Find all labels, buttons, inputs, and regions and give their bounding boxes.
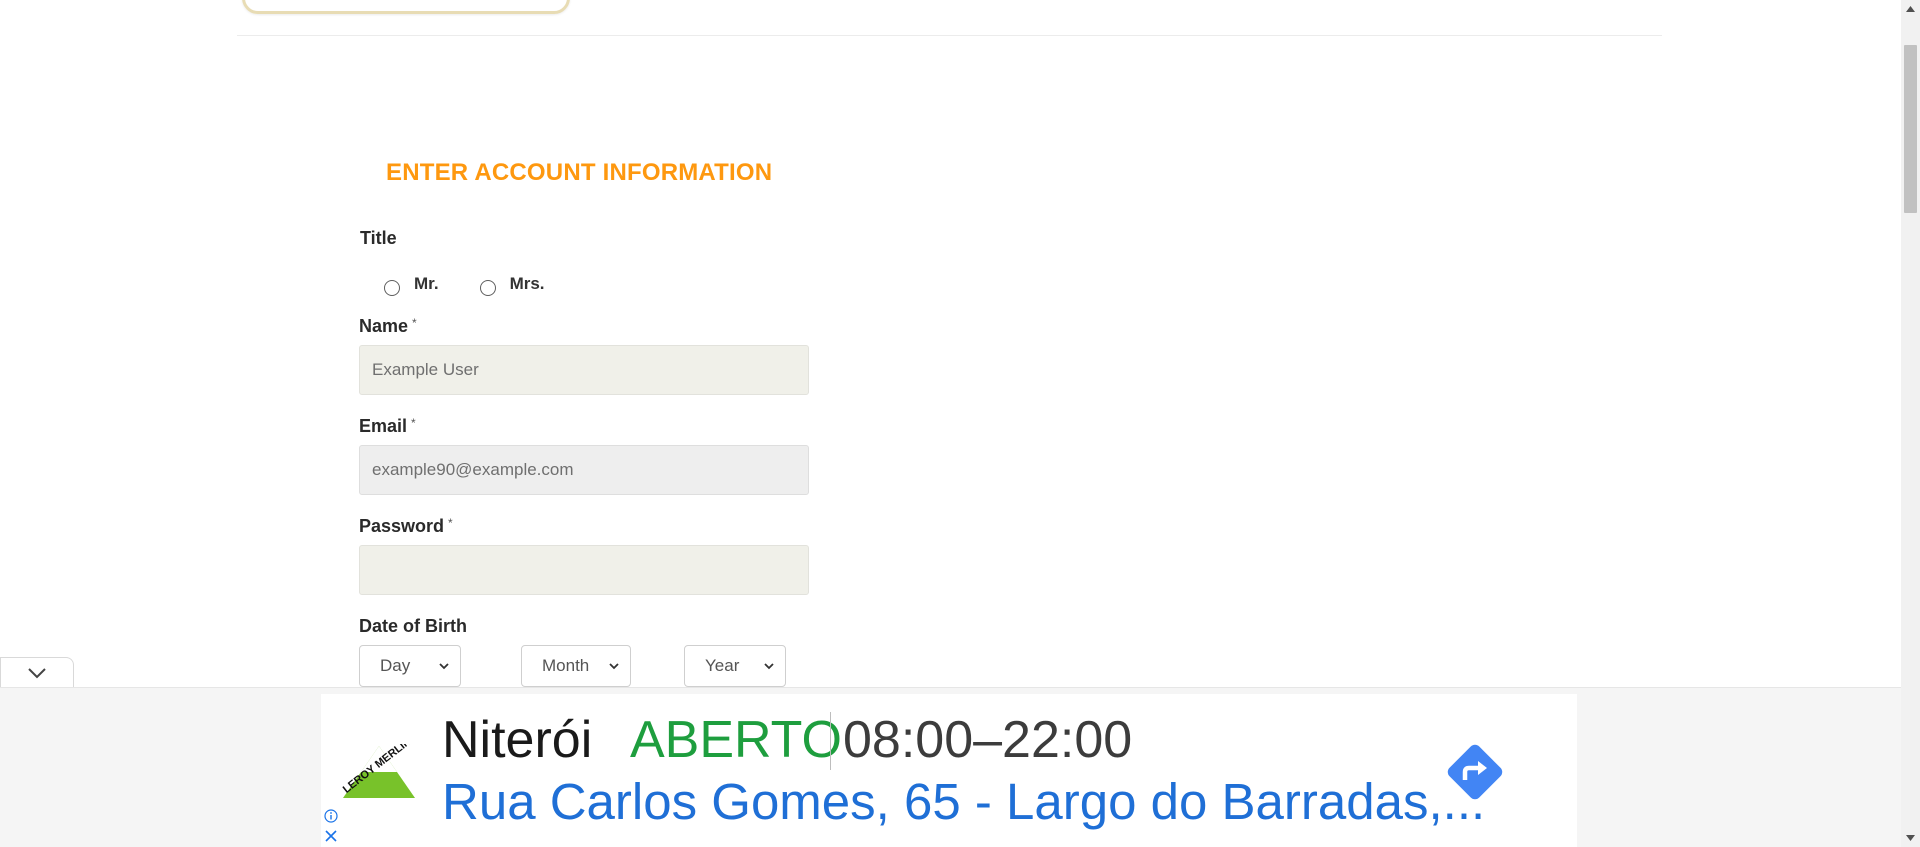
dob-month-select[interactable]: Month bbox=[521, 645, 631, 687]
ad-separator bbox=[830, 712, 831, 770]
dob-day-select[interactable]: Day bbox=[359, 645, 461, 687]
name-label: Name * bbox=[359, 316, 417, 337]
email-label: Email * bbox=[359, 416, 416, 437]
ad-city[interactable]: Niterói bbox=[442, 710, 592, 770]
header-divider bbox=[237, 35, 1662, 36]
title-option-mrs[interactable]: Mrs. bbox=[479, 272, 545, 296]
required-marker: * bbox=[448, 516, 453, 530]
dob-year-select[interactable]: Year bbox=[684, 645, 786, 687]
email-label-text: Email bbox=[359, 416, 408, 436]
name-field[interactable] bbox=[359, 345, 809, 395]
password-label: Password * bbox=[359, 516, 453, 537]
email-field[interactable] bbox=[359, 445, 809, 495]
scroll-up-icon[interactable] bbox=[1904, 3, 1917, 15]
scroll-down-icon[interactable] bbox=[1904, 832, 1917, 844]
title-option-mr[interactable]: Mr. bbox=[384, 272, 439, 296]
password-field[interactable] bbox=[359, 545, 809, 595]
dob-day-value: Day bbox=[380, 656, 411, 675]
radio-mr-label[interactable]: Mr. bbox=[414, 274, 439, 294]
chevron-down-icon bbox=[764, 663, 774, 670]
form-heading: ENTER ACCOUNT INFORMATION bbox=[386, 159, 773, 186]
ad-collapse-tab[interactable] bbox=[0, 657, 74, 688]
radio-mrs-label[interactable]: Mrs. bbox=[510, 274, 545, 294]
ad-address-link[interactable]: Rua Carlos Gomes, 65 - Largo do Barradas… bbox=[442, 772, 1485, 831]
title-label: Title bbox=[360, 228, 397, 248]
radio-mr[interactable] bbox=[384, 280, 400, 296]
dob-month-value: Month bbox=[542, 656, 590, 675]
ad-info-icon[interactable] bbox=[324, 809, 338, 823]
ad-close-icon[interactable] bbox=[324, 829, 338, 843]
chevron-down-icon[interactable] bbox=[27, 667, 47, 679]
ad-open-status[interactable]: ABERTO bbox=[630, 710, 842, 770]
required-marker: * bbox=[411, 416, 416, 430]
ad-hours[interactable]: 08:00–22:00 bbox=[843, 710, 1132, 770]
required-marker: * bbox=[412, 316, 417, 330]
scrollbar-thumb[interactable] bbox=[1904, 45, 1917, 213]
page: ENTER ACCOUNT INFORMATION Title Mr. Mrs.… bbox=[0, 0, 1901, 847]
dob-year-value: Year bbox=[705, 656, 740, 675]
name-label-text: Name bbox=[359, 316, 409, 336]
radio-mrs[interactable] bbox=[479, 280, 496, 296]
dob-label: Date of Birth bbox=[359, 616, 467, 636]
chevron-down-icon bbox=[439, 663, 449, 670]
title-radio-group: Mr. Mrs. bbox=[384, 272, 586, 296]
directions-icon[interactable] bbox=[1443, 740, 1507, 804]
password-label-text: Password bbox=[359, 516, 445, 536]
chevron-down-icon bbox=[609, 663, 619, 670]
leroy-merlin-logo[interactable]: LEROY MERLIN bbox=[341, 744, 417, 800]
site-logo-frame[interactable] bbox=[242, 0, 570, 14]
